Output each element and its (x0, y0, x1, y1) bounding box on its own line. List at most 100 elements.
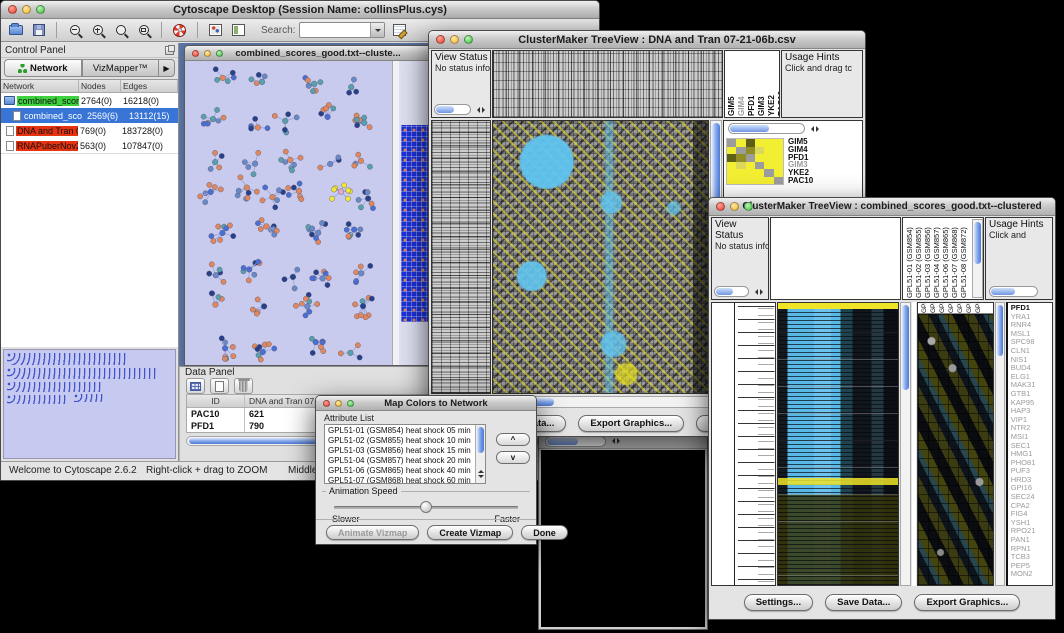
scroll-right-icon[interactable] (617, 438, 623, 444)
zoom-selected-icon[interactable] (135, 22, 152, 39)
minimize-button[interactable] (450, 35, 459, 44)
zoom-button[interactable] (347, 400, 354, 407)
detail-vscrollbar[interactable] (995, 302, 1005, 586)
matrix-cell[interactable] (764, 162, 773, 170)
matrix-cell[interactable] (764, 169, 773, 177)
zoom-button[interactable] (216, 50, 223, 57)
array-column-label[interactable]: GPL51-03 (GSM856) (923, 219, 932, 298)
attribute-list-item[interactable]: GPL51-01 (GSM854) heat shock 05 min (328, 426, 485, 436)
vizmapper-icon[interactable] (207, 22, 224, 39)
network-row[interactable]: DNA and Tran 07 769(0) 183728(0) (1, 123, 178, 138)
matrix-cell[interactable] (736, 162, 745, 170)
move-down-button[interactable]: v (496, 451, 530, 464)
animation-speed-slider[interactable] (334, 506, 518, 509)
scroll-up-icon[interactable] (478, 467, 484, 473)
zoom-button[interactable] (36, 5, 45, 14)
minimize-button[interactable] (204, 50, 211, 57)
column-dendrogram[interactable] (770, 217, 901, 300)
scroll-left-icon[interactable] (609, 438, 615, 444)
close-button[interactable] (323, 400, 330, 407)
zoom-out-icon[interactable] (66, 22, 83, 39)
matrix-cell[interactable] (774, 169, 783, 177)
column-gene-label[interactable]: GIM4 (737, 52, 746, 116)
scroll-left-icon[interactable] (808, 126, 814, 132)
global-heatmap-vscrollbar[interactable] (900, 302, 912, 586)
help-lifesaver-icon[interactable] (171, 22, 188, 39)
close-button[interactable] (192, 50, 199, 57)
matrix-cell[interactable] (746, 177, 755, 185)
float-panel-icon[interactable] (165, 46, 174, 55)
delete-attribute-icon[interactable] (234, 378, 253, 394)
matrix-cell[interactable] (774, 177, 783, 185)
matrix-cell[interactable] (736, 177, 745, 185)
scroll-down-icon[interactable] (478, 475, 484, 481)
matrix-cell[interactable] (764, 147, 773, 155)
slider-thumb[interactable] (420, 501, 432, 513)
scroll-right-icon[interactable] (482, 107, 488, 113)
usage-hints-hscrollbar[interactable] (989, 286, 1038, 297)
view-status-hscrollbar[interactable] (714, 286, 766, 297)
column-gene-label[interactable]: GIM3 (757, 52, 766, 116)
new-attribute-icon[interactable] (210, 378, 229, 394)
scroll-left-icon[interactable] (752, 289, 758, 295)
network-canvas[interactable] (185, 61, 392, 365)
select-attributes-icon[interactable] (186, 378, 205, 394)
treeview-action-button[interactable]: Save Data... (825, 594, 902, 611)
matrix-cell[interactable] (755, 162, 764, 170)
tab-overflow-button[interactable]: ▶ (159, 59, 175, 77)
global-heatmap[interactable] (777, 302, 899, 586)
array-column-label[interactable]: GPL51-02 (GSM855) (914, 219, 923, 298)
treeview-action-button[interactable]: Export Graphics... (578, 415, 684, 432)
attribute-list-item[interactable]: GPL51-06 (GSM865) heat shock 40 min (328, 466, 485, 476)
matrix-cell[interactable] (755, 169, 764, 177)
minimize-button[interactable] (730, 202, 739, 211)
matrix-cell[interactable] (746, 139, 755, 147)
matrix-cell[interactable] (755, 147, 764, 155)
network-row[interactable]: combined_scores 2764(0) 16218(0) (1, 93, 178, 108)
search-dropdown-icon[interactable] (370, 23, 384, 37)
matrix-cell[interactable] (746, 154, 755, 162)
matrix-cell[interactable] (755, 154, 764, 162)
array-column-label[interactable]: GPL51-06 (GSM865) (941, 219, 950, 298)
column-gene-label[interactable]: PFD1 (747, 52, 756, 116)
matrix-cell[interactable] (727, 154, 736, 162)
close-button[interactable] (8, 5, 17, 14)
done-button[interactable]: Done (521, 525, 568, 540)
dialog-title-bar[interactable]: Map Colors to Network (316, 396, 536, 411)
matrix-cell[interactable] (746, 169, 755, 177)
row-dendrogram[interactable] (711, 302, 776, 586)
attribute-list-item[interactable]: GPL51-03 (GSM856) heat shock 15 min (328, 446, 485, 456)
network-row[interactable]: combined_sco 2569(6) 13112(15) (1, 108, 178, 123)
tab-network[interactable]: Network (4, 59, 82, 77)
column-gene-label[interactable]: PAC10 (777, 52, 780, 116)
attribute-list[interactable]: GPL51-01 (GSM854) heat shock 05 min GPL51… (324, 424, 486, 484)
matrix-cell[interactable] (746, 162, 755, 170)
network-view-title-bar[interactable]: combined_scores_good.txt--cluste... (185, 46, 431, 61)
attribute-list-item[interactable]: GPL51-07 (GSM868) heat shock 60 min (328, 476, 485, 484)
network-overview-thumbnail[interactable] (3, 349, 176, 459)
column-labels-vscrollbar[interactable] (972, 219, 983, 298)
matrix-cell[interactable] (774, 147, 783, 155)
network-row[interactable]: RNAPuberNov2+ 563(0) 107847(0) (1, 138, 178, 153)
matrix-cell[interactable] (736, 147, 745, 155)
matrix-cell[interactable] (764, 154, 773, 162)
create-vizmap-button[interactable]: Create Vizmap (427, 525, 513, 540)
gene-label[interactable]: MON2 (1011, 570, 1052, 579)
column-gene-label[interactable]: YKE2 (767, 52, 776, 116)
matrix-cell[interactable] (764, 139, 773, 147)
tab-vizmapper[interactable]: VizMapper™ (82, 59, 160, 77)
matrix-cell[interactable] (727, 162, 736, 170)
matrix-cell[interactable] (736, 154, 745, 162)
global-heatmap[interactable] (492, 120, 709, 394)
matrix-cell[interactable] (727, 177, 736, 185)
array-column-label[interactable]: GPL51-04 (GSM857) (932, 219, 941, 298)
matrix-cell[interactable] (727, 147, 736, 155)
treeview-dna-title-bar[interactable]: ClusterMaker TreeView : DNA and Tran 07-… (429, 31, 865, 49)
close-button[interactable] (716, 202, 725, 211)
scroll-right-icon[interactable] (760, 289, 766, 295)
detail-matrix[interactable] (726, 138, 784, 185)
column-dendrogram[interactable] (492, 50, 723, 118)
matrix-cell[interactable] (774, 154, 783, 162)
matrix-cell[interactable] (755, 177, 764, 185)
annotation-icon[interactable] (230, 22, 247, 39)
